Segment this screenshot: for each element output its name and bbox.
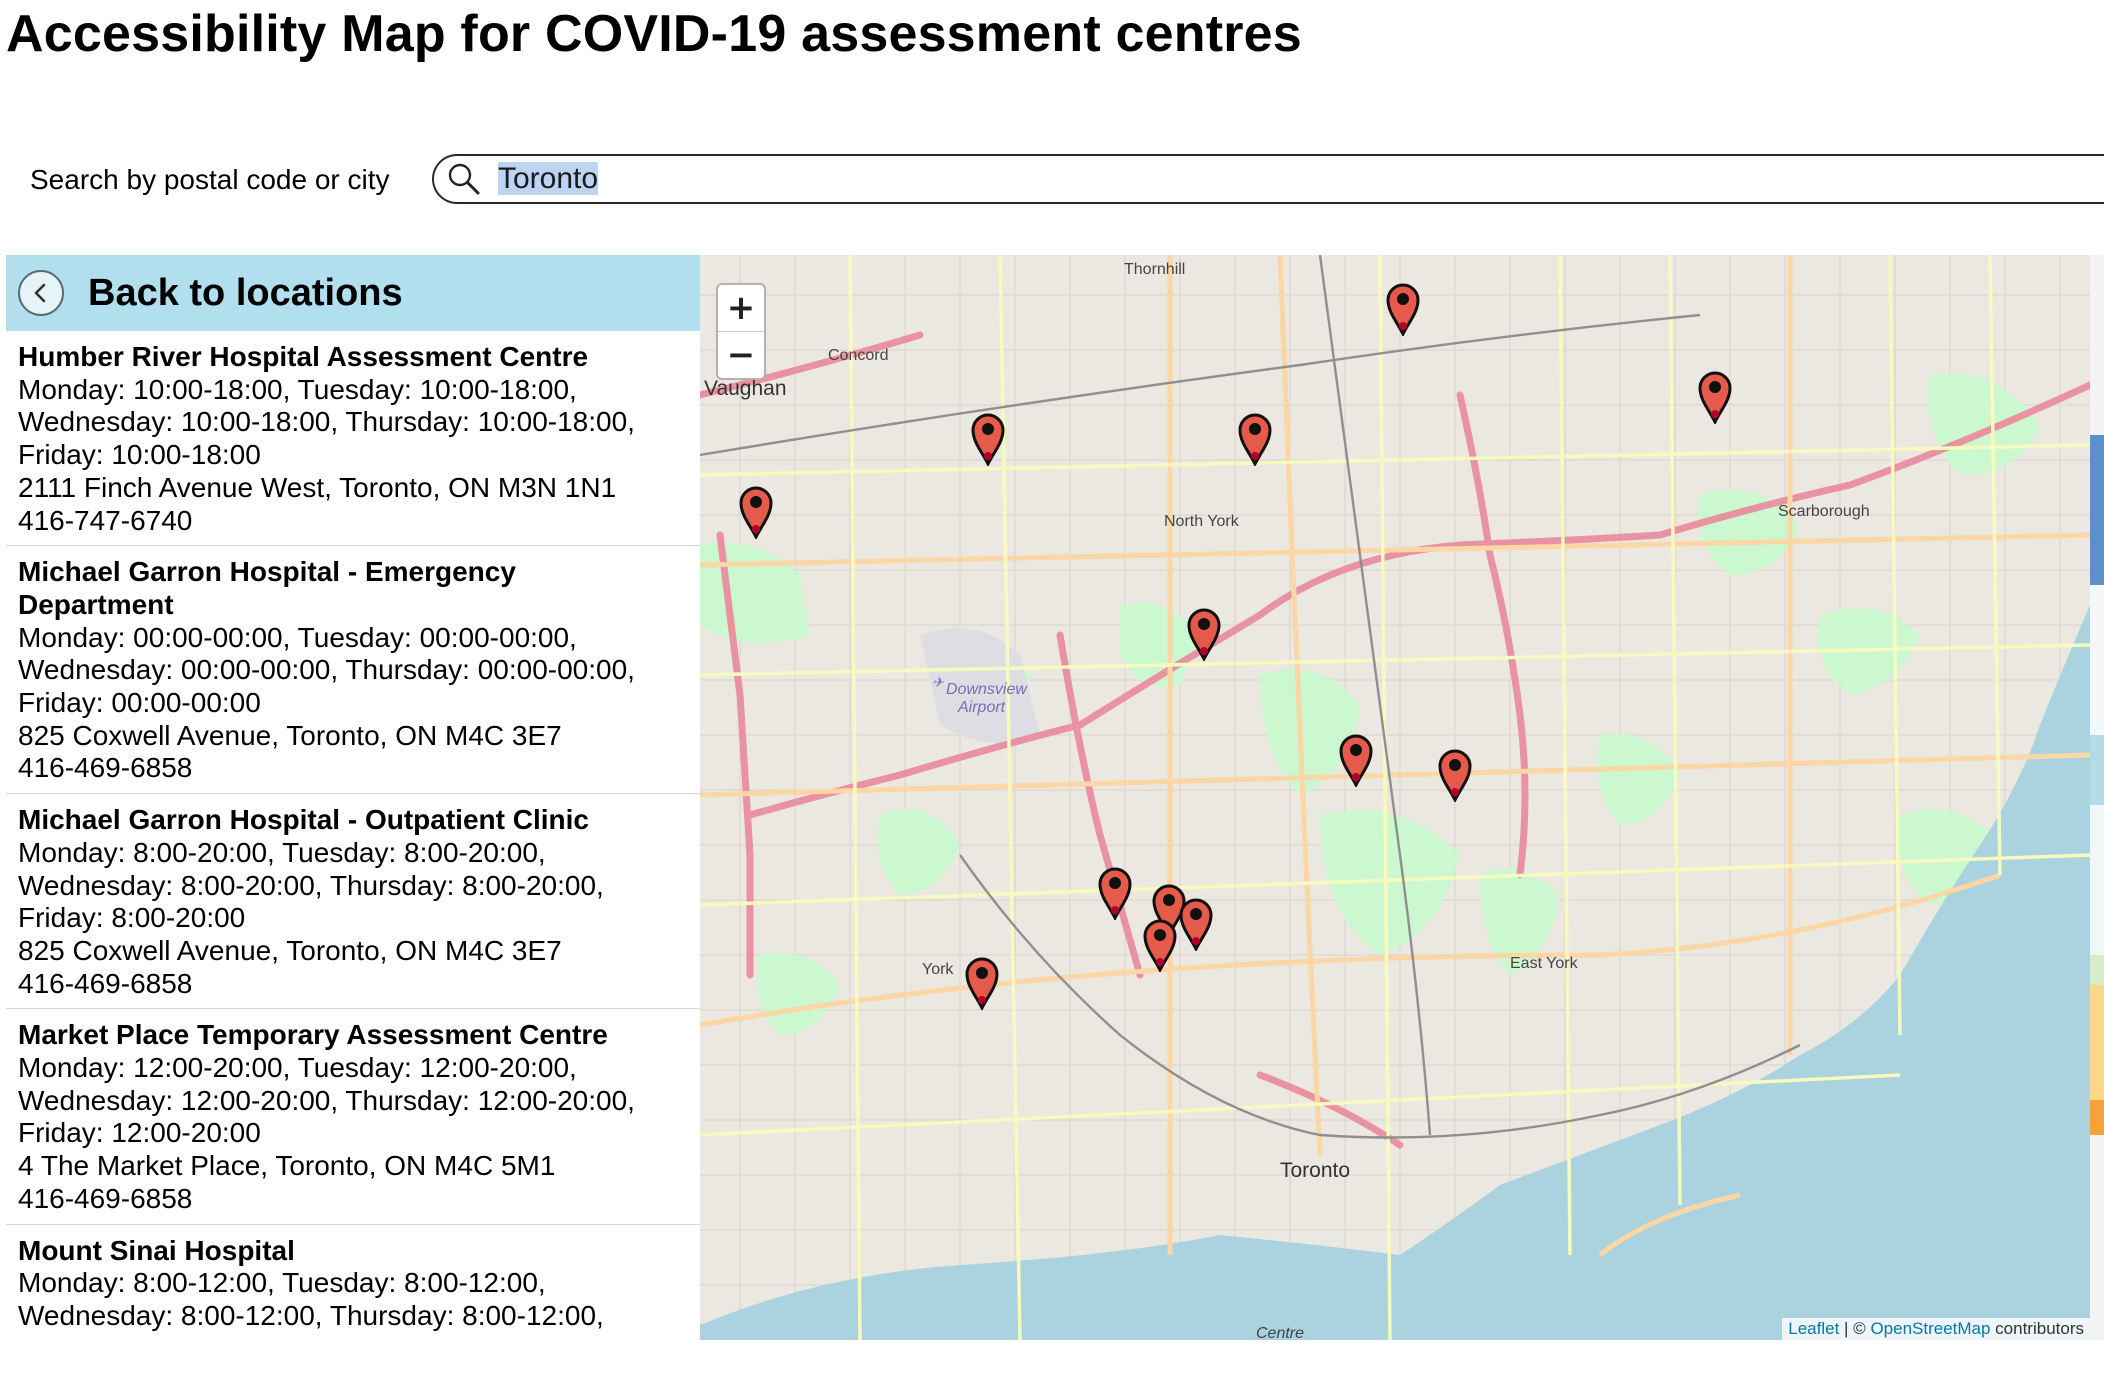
location-hours: Wednesday: 8:00-12:00, Thursday: 8:00-12…: [18, 1299, 604, 1331]
search-box[interactable]: Toronto: [432, 154, 2104, 204]
location-phone: 416-469-6858: [18, 967, 193, 999]
search-label: Search by postal code or city: [30, 164, 390, 195]
location-hours: Wednesday: 8:00-20:00, Thursday: 8:00-20…: [18, 869, 604, 901]
location-hours: Friday: 00:00-00:00: [18, 687, 261, 719]
map-tiles[interactable]: ✈: [700, 255, 2090, 1340]
back-to-locations-label: Back to locations: [88, 271, 403, 314]
map-attribution: Leaflet | © OpenStreetMap contributors: [1782, 1318, 2090, 1340]
search-row: Search by postal code or city Toronto: [30, 152, 2104, 206]
location-address: 2111 Finch Avenue West, Toronto, ON M3N …: [18, 471, 617, 503]
zoom-control: + −: [716, 283, 766, 380]
location-item[interactable]: Humber River Hospital Assessment Centre …: [6, 331, 700, 547]
map[interactable]: ✈ Thornhill Concord Vaughan North York S…: [700, 255, 2090, 1340]
strip-segment: [2090, 955, 2104, 985]
location-phone: 416-469-6858: [18, 752, 193, 784]
location-address: 825 Coxwell Avenue, Toronto, ON M4C 3E7: [18, 719, 562, 751]
map-pin-icon[interactable]: [1178, 897, 1214, 953]
location-item[interactable]: Market Place Temporary Assessment Centre…: [6, 1009, 700, 1225]
map-label-east-york: East York: [1510, 955, 1578, 972]
location-name: Market Place Temporary Assessment Centre: [18, 1019, 608, 1051]
map-pin-icon[interactable]: [1237, 412, 1273, 468]
location-hours: Monday: 8:00-20:00, Tuesday: 8:00-20:00,: [18, 836, 546, 868]
zoom-out-button[interactable]: −: [718, 331, 764, 378]
map-label-york: York: [922, 961, 954, 978]
location-list: Humber River Hospital Assessment Centre …: [6, 331, 700, 1340]
map-label-scarborough: Scarborough: [1778, 503, 1870, 520]
location-hours: Friday: 8:00-20:00: [18, 902, 246, 934]
locations-sidebar: Back to locations Humber River Hospital …: [6, 255, 700, 1340]
map-pin-icon[interactable]: [1437, 748, 1473, 804]
map-label-vaughan: Vaughan: [704, 377, 787, 400]
attribution-tail: contributors: [1990, 1319, 2084, 1338]
strip-segment: [2090, 585, 2104, 735]
location-hours: Wednesday: 00:00-00:00, Thursday: 00:00-…: [18, 654, 635, 686]
map-pin-icon[interactable]: [738, 485, 774, 541]
openstreetmap-link[interactable]: OpenStreetMap: [1870, 1319, 1990, 1338]
map-label-thornhill: Thornhill: [1124, 261, 1186, 278]
location-name: Humber River Hospital Assessment Centre: [18, 341, 589, 372]
strip-segment: [2090, 1100, 2104, 1135]
map-pin-icon[interactable]: [970, 412, 1006, 468]
location-hours: Monday: 8:00-12:00, Tuesday: 8:00-12:00,: [18, 1267, 546, 1299]
map-pin-icon[interactable]: [1142, 918, 1178, 974]
location-name: Mount Sinai Hospital: [18, 1234, 295, 1266]
attribution-separator: | ©: [1839, 1319, 1871, 1338]
location-hours: Monday: 00:00-00:00, Tuesday: 00:00-00:0…: [18, 621, 577, 653]
search-icon: [448, 163, 480, 195]
map-label-centre: Centre: [1256, 1325, 1305, 1340]
location-name: Michael Garron Hospital - Outpatient Cli…: [18, 804, 589, 836]
map-label-toronto: Toronto: [1280, 1159, 1351, 1182]
location-hours: Friday: 12:00-20:00: [18, 1117, 261, 1149]
location-address: 825 Coxwell Avenue, Toronto, ON M4C 3E7: [18, 934, 562, 966]
back-to-locations-button[interactable]: Back to locations: [6, 255, 700, 331]
location-phone: 416-747-6740: [18, 504, 193, 536]
location-item[interactable]: Michael Garron Hospital - Outpatient Cli…: [6, 794, 700, 1010]
map-pin-icon[interactable]: [1338, 733, 1374, 789]
location-hours: Monday: 12:00-20:00, Tuesday: 12:00-20:0…: [18, 1052, 577, 1084]
map-pin-icon[interactable]: [964, 956, 1000, 1012]
svg-text:✈: ✈: [932, 674, 945, 690]
page-title: Accessibility Map for COVID-19 assessmen…: [6, 5, 1302, 63]
zoom-in-button[interactable]: +: [718, 285, 764, 331]
strip-segment: [2090, 735, 2104, 805]
search-input[interactable]: Toronto: [498, 162, 2098, 196]
chevron-left-icon[interactable]: [18, 270, 64, 316]
location-hours: Wednesday: 10:00-18:00, Thursday: 10:00-…: [18, 406, 635, 438]
location-hours: Friday: 10:00-18:00: [18, 439, 261, 471]
location-name: Michael Garron Hospital - Emergency Depa…: [18, 556, 516, 620]
search-input-value: Toronto: [498, 162, 599, 195]
map-label-airport: Airport: [958, 699, 1006, 716]
map-pin-icon[interactable]: [1385, 282, 1421, 338]
location-address: 4 The Market Place, Toronto, ON M4C 5M1: [18, 1150, 556, 1182]
location-phone: 416-469-6858: [18, 1182, 193, 1214]
map-label-north-york: North York: [1164, 513, 1239, 530]
location-hours: Wednesday: 12:00-20:00, Thursday: 12:00-…: [18, 1084, 635, 1116]
map-label-concord: Concord: [828, 347, 889, 364]
location-item[interactable]: Michael Garron Hospital - Emergency Depa…: [6, 546, 700, 795]
location-item[interactable]: Mount Sinai Hospital Monday: 8:00-12:00,…: [6, 1225, 700, 1340]
map-label-downsview: Downsview: [946, 681, 1027, 698]
location-hours: Monday: 10:00-18:00, Tuesday: 10:00-18:0…: [18, 373, 577, 405]
strip-segment: [2090, 435, 2104, 585]
map-pin-icon[interactable]: [1186, 607, 1222, 663]
right-edge-strip: [2090, 255, 2104, 1340]
leaflet-link[interactable]: Leaflet: [1788, 1319, 1839, 1338]
strip-segment: [2090, 985, 2104, 1100]
map-pin-icon[interactable]: [1697, 370, 1733, 426]
map-pin-icon[interactable]: [1097, 866, 1133, 922]
strip-segment: [2090, 805, 2104, 955]
